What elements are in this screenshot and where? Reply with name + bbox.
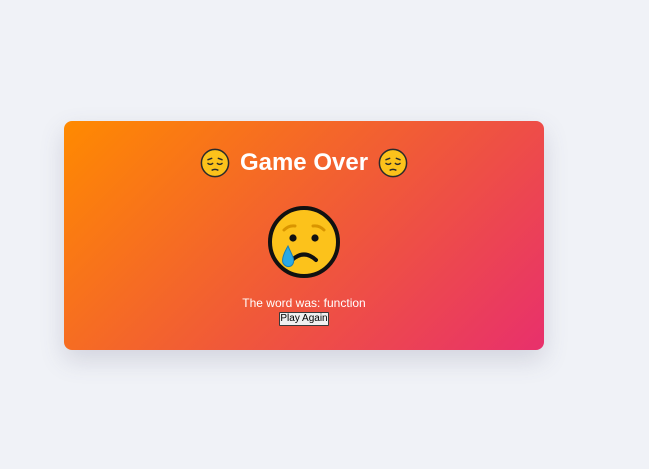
game-over-header: Game Over [64, 148, 544, 178]
pensive-face-icon [378, 148, 408, 178]
revealed-word: function [323, 296, 366, 310]
play-again-button[interactable]: Play Again [279, 312, 329, 326]
game-over-card: Game Over The word was: function Play Ag… [64, 121, 544, 350]
word-reveal: The word was: function [64, 295, 544, 311]
game-over-title: Game Over [239, 149, 369, 176]
crying-face-icon [268, 206, 340, 278]
word-reveal-label: The word was: [242, 296, 321, 310]
pensive-face-icon [200, 148, 230, 178]
